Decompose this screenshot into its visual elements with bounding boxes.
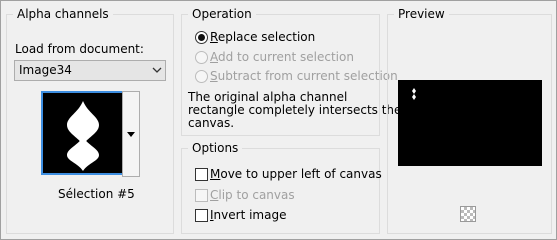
clip-to-canvas-checkbox[interactable] [195, 189, 208, 202]
move-to-upper-left-label[interactable]: Move to upper left of canvas [210, 167, 382, 181]
load-from-document-label: Load from document: [15, 42, 144, 56]
subtract-from-selection-label[interactable]: Subtract from current selection [210, 69, 398, 83]
replace-selection-label[interactable]: Replace selection [210, 30, 315, 44]
chevron-down-icon [152, 67, 162, 73]
selection-shape-image [67, 101, 99, 171]
alpha-channels-title: Alpha channels [13, 7, 113, 21]
operation-info-line-2: rectangle completely intersects the [188, 103, 402, 117]
selection-name-label: Sélection #5 [58, 187, 135, 201]
document-select[interactable]: Image34 [14, 60, 166, 81]
operation-title: Operation [188, 7, 256, 21]
selection-thumbnail[interactable] [41, 91, 125, 175]
thumbnail-dropdown-button[interactable] [122, 91, 140, 177]
invert-image-checkbox[interactable] [195, 209, 208, 222]
transparency-toggle-icon[interactable] [460, 206, 476, 222]
clip-to-canvas-label[interactable]: Clip to canvas [210, 188, 295, 202]
document-select-value: Image34 [19, 63, 72, 77]
preview-canvas [398, 80, 542, 166]
operation-info-line-1: The original alpha channel [188, 90, 348, 104]
caret-down-icon [127, 132, 135, 137]
preview-shape-image [412, 88, 416, 100]
preview-title: Preview [394, 7, 449, 21]
add-to-selection-label[interactable]: Add to current selection [210, 50, 354, 64]
options-title: Options [188, 141, 243, 155]
replace-selection-radio[interactable] [195, 31, 208, 44]
move-to-upper-left-checkbox[interactable] [195, 168, 208, 181]
radio-dot [198, 34, 205, 41]
invert-image-label[interactable]: Invert image [210, 208, 286, 222]
subtract-from-selection-radio[interactable] [195, 70, 208, 83]
operation-info-line-3: canvas. [188, 116, 235, 130]
add-to-selection-radio[interactable] [195, 51, 208, 64]
